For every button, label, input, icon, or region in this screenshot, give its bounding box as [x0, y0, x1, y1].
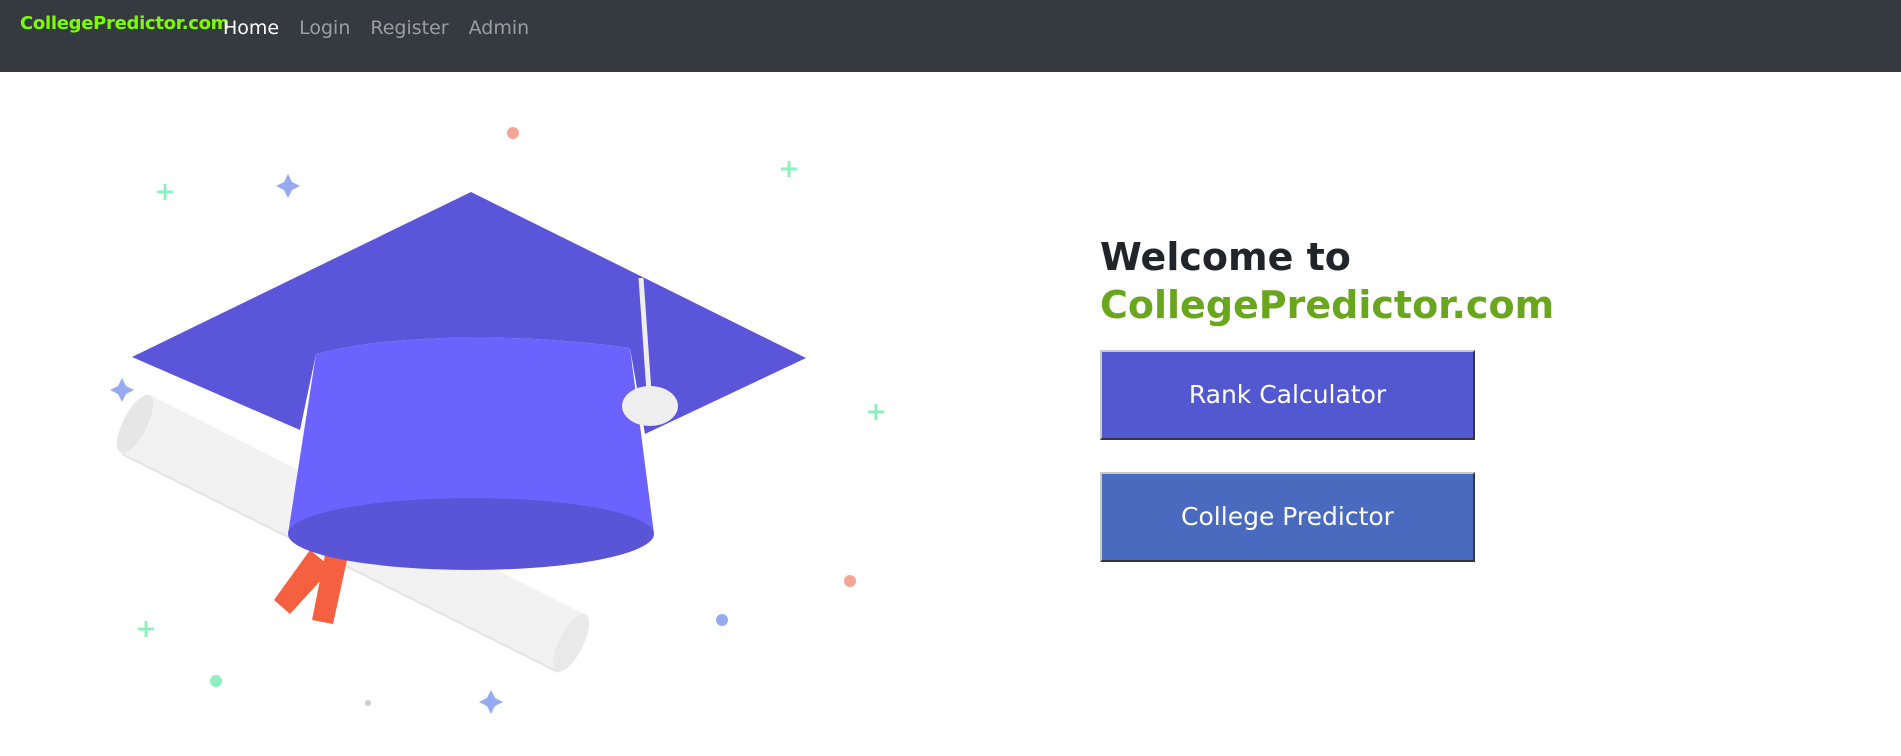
nav-link-home[interactable]: Home [223, 17, 279, 39]
brand-logo-link[interactable]: CollegePredictor.com [20, 13, 229, 34]
graduation-cap-illustration [110, 127, 884, 714]
cap-body [288, 337, 654, 570]
diploma-ribbon [274, 550, 347, 624]
welcome-heading: Welcome to CollegePredictor.com [1100, 233, 1554, 329]
college-predictor-button[interactable]: College Predictor [1100, 472, 1475, 562]
nav-links: Home Login Register Admin [223, 17, 549, 39]
nav-link-admin[interactable]: Admin [469, 17, 530, 39]
rank-calculator-button[interactable]: Rank Calculator [1100, 350, 1475, 440]
site-name: CollegePredictor.com [1100, 283, 1555, 327]
welcome-line: Welcome to [1100, 235, 1351, 279]
nav-link-register[interactable]: Register [370, 17, 448, 39]
top-navbar: CollegePredictor.com Home Login Register… [0, 0, 1901, 72]
nav-link-login[interactable]: Login [299, 17, 350, 39]
